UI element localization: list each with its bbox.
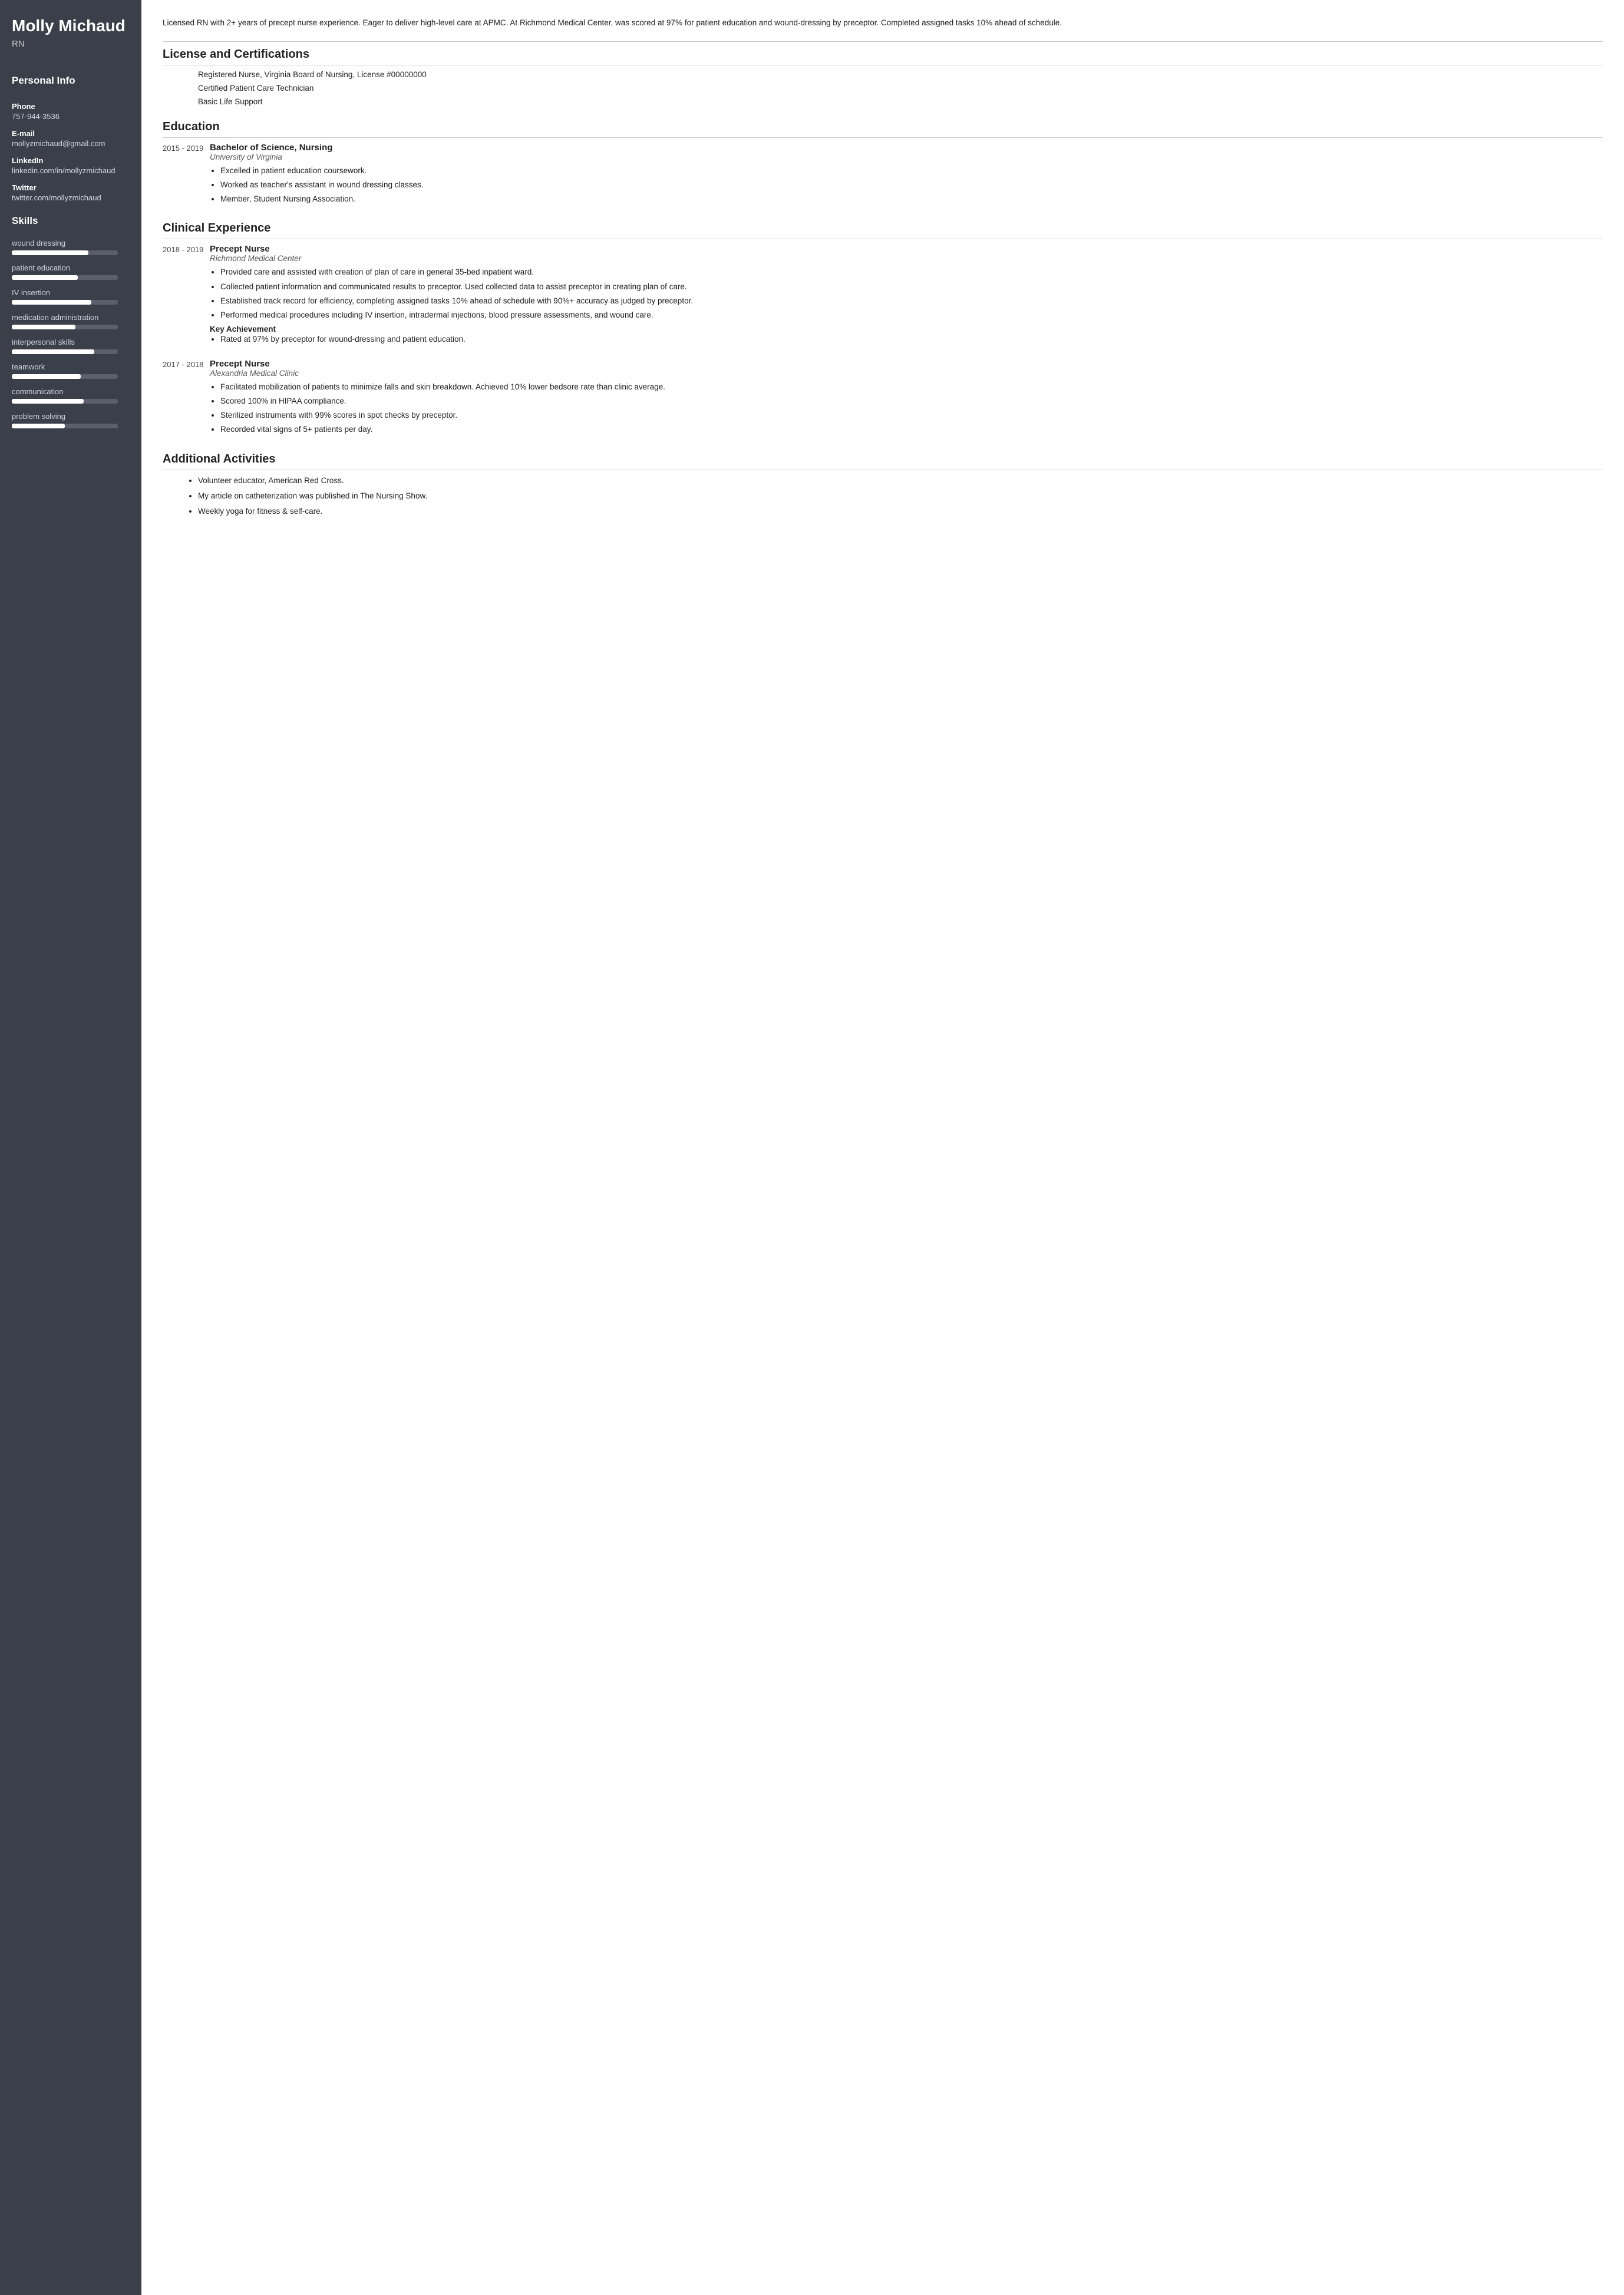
additional-item: Weekly yoga for fitness & self-care. bbox=[198, 506, 1603, 517]
skill-name: teamwork bbox=[12, 362, 130, 371]
skill-item: teamwork bbox=[12, 362, 130, 379]
summary-text: Licensed RN with 2+ years of precept nur… bbox=[163, 16, 1603, 29]
linkedin-value: linkedin.com/in/mollyzmichaud bbox=[12, 166, 130, 175]
entry-content: Precept Nurse Alexandria Medical Clinic … bbox=[210, 359, 1603, 438]
skill-name: wound dressing bbox=[12, 239, 130, 247]
personal-info-heading: Personal Info bbox=[12, 75, 130, 87]
additional-section: Additional Activities Volunteer educator… bbox=[163, 453, 1603, 518]
skills-heading: Skills bbox=[12, 215, 130, 227]
entry-bullets: Excelled in patient education coursework… bbox=[210, 165, 1603, 206]
skill-item: medication administration bbox=[12, 313, 130, 329]
skill-item: communication bbox=[12, 387, 130, 404]
skill-name: interpersonal skills bbox=[12, 338, 130, 346]
phone-label: Phone bbox=[12, 102, 130, 111]
entry-title: Precept Nurse bbox=[210, 359, 1603, 369]
cert-item: Certified Patient Care Technician bbox=[198, 84, 1603, 93]
email-value: mollyzmichaud@gmail.com bbox=[12, 139, 130, 148]
skill-item: problem solving bbox=[12, 412, 130, 428]
key-achievement-label: Key Achievement bbox=[210, 325, 1603, 333]
skill-name: IV insertion bbox=[12, 288, 130, 297]
skill-item: patient education bbox=[12, 263, 130, 280]
bullet-item: Sterilized instruments with 99% scores i… bbox=[220, 410, 1603, 421]
skill-bar bbox=[12, 275, 118, 280]
additional-list: Volunteer educator, American Red Cross. M… bbox=[163, 475, 1603, 518]
bullet-item: Provided care and assisted with creation… bbox=[220, 266, 1603, 278]
education-section-title: Education bbox=[163, 120, 1603, 138]
skill-bar bbox=[12, 399, 118, 404]
skill-bar-fill bbox=[12, 300, 91, 305]
skill-name: patient education bbox=[12, 263, 130, 272]
skill-bar bbox=[12, 349, 118, 354]
linkedin-label: LinkedIn bbox=[12, 156, 130, 165]
license-section-title: License and Certifications bbox=[163, 48, 1603, 65]
entry-year: 2017 - 2018 bbox=[163, 359, 210, 438]
achievement-item: Rated at 97% by preceptor for wound-dres… bbox=[220, 333, 1603, 345]
bullet-item: Established track record for efficiency,… bbox=[220, 295, 1603, 307]
bullet-item: Member, Student Nursing Association. bbox=[220, 193, 1603, 205]
entry-year: 2018 - 2019 bbox=[163, 244, 210, 348]
email-label: E-mail bbox=[12, 129, 130, 138]
twitter-label: Twitter bbox=[12, 183, 130, 192]
skill-bar-fill bbox=[12, 325, 75, 329]
skill-bar bbox=[12, 325, 118, 329]
skill-bar-fill bbox=[12, 250, 88, 255]
experience-entry: 2017 - 2018 Precept Nurse Alexandria Med… bbox=[163, 359, 1603, 438]
skill-name: problem solving bbox=[12, 412, 130, 421]
license-section: License and Certifications Registered Nu… bbox=[163, 48, 1603, 106]
entry-content: Precept Nurse Richmond Medical Center Pr… bbox=[210, 244, 1603, 348]
education-list: 2015 - 2019 Bachelor of Science, Nursing… bbox=[163, 143, 1603, 208]
bullet-item: Collected patient information and commun… bbox=[220, 281, 1603, 293]
entry-bullets: Provided care and assisted with creation… bbox=[210, 266, 1603, 321]
experience-entry: 2018 - 2019 Precept Nurse Richmond Medic… bbox=[163, 244, 1603, 348]
entry-title: Bachelor of Science, Nursing bbox=[210, 143, 1603, 153]
skill-bar-fill bbox=[12, 349, 94, 354]
entry-subtitle: Alexandria Medical Clinic bbox=[210, 369, 1603, 378]
bullet-item: Performed medical procedures including I… bbox=[220, 309, 1603, 321]
skill-name: communication bbox=[12, 387, 130, 396]
additional-section-title: Additional Activities bbox=[163, 453, 1603, 470]
skills-list: wound dressing patient education IV inse… bbox=[12, 239, 130, 437]
cert-item: Basic Life Support bbox=[198, 97, 1603, 106]
twitter-value: twitter.com/mollyzmichaud bbox=[12, 193, 130, 202]
additional-item: Volunteer educator, American Red Cross. bbox=[198, 475, 1603, 487]
sidebar: Molly Michaud RN Personal Info Phone 757… bbox=[0, 0, 141, 2295]
entry-subtitle: Richmond Medical Center bbox=[210, 254, 1603, 263]
skill-bar-fill bbox=[12, 374, 81, 379]
cert-item: Registered Nurse, Virginia Board of Nurs… bbox=[198, 70, 1603, 79]
bullet-item: Worked as teacher's assistant in wound d… bbox=[220, 179, 1603, 191]
skill-item: IV insertion bbox=[12, 288, 130, 305]
achievement-bullets: Rated at 97% by preceptor for wound-dres… bbox=[210, 333, 1603, 345]
entry-content: Bachelor of Science, Nursing University … bbox=[210, 143, 1603, 208]
additional-item: My article on catheterization was publis… bbox=[198, 490, 1603, 502]
skill-bar-fill bbox=[12, 424, 65, 428]
skill-item: wound dressing bbox=[12, 239, 130, 255]
bullet-item: Recorded vital signs of 5+ patients per … bbox=[220, 424, 1603, 435]
skill-name: medication administration bbox=[12, 313, 130, 322]
main-content: Licensed RN with 2+ years of precept nur… bbox=[141, 0, 1624, 2295]
candidate-title: RN bbox=[12, 39, 130, 49]
certifications-list: Registered Nurse, Virginia Board of Nurs… bbox=[163, 70, 1603, 106]
skill-bar bbox=[12, 300, 118, 305]
candidate-name: Molly Michaud bbox=[12, 16, 130, 35]
entry-bullets: Facilitated mobilization of patients to … bbox=[210, 381, 1603, 436]
skill-bar bbox=[12, 250, 118, 255]
entry-subtitle: University of Virginia bbox=[210, 153, 1603, 161]
skill-bar-fill bbox=[12, 399, 84, 404]
education-section: Education 2015 - 2019 Bachelor of Scienc… bbox=[163, 120, 1603, 208]
entry-year: 2015 - 2019 bbox=[163, 143, 210, 208]
skill-bar-fill bbox=[12, 275, 78, 280]
entry-title: Precept Nurse bbox=[210, 244, 1603, 254]
experience-section: Clinical Experience 2018 - 2019 Precept … bbox=[163, 222, 1603, 438]
skill-bar bbox=[12, 374, 118, 379]
bullet-item: Scored 100% in HIPAA compliance. bbox=[220, 395, 1603, 407]
experience-section-title: Clinical Experience bbox=[163, 222, 1603, 239]
skill-item: interpersonal skills bbox=[12, 338, 130, 354]
experience-list: 2018 - 2019 Precept Nurse Richmond Medic… bbox=[163, 244, 1603, 438]
bullet-item: Excelled in patient education coursework… bbox=[220, 165, 1603, 177]
phone-value: 757-944-3536 bbox=[12, 112, 130, 121]
education-entry: 2015 - 2019 Bachelor of Science, Nursing… bbox=[163, 143, 1603, 208]
bullet-item: Facilitated mobilization of patients to … bbox=[220, 381, 1603, 393]
skill-bar bbox=[12, 424, 118, 428]
